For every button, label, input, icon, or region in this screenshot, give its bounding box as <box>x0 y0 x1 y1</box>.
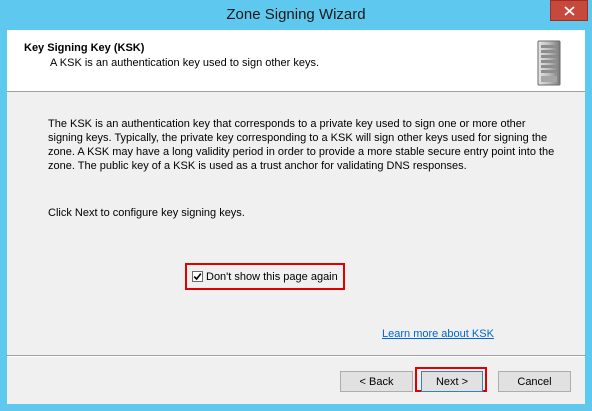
wizard-window: Zone Signing Wizard Key Signing Key (KSK… <box>0 0 592 411</box>
dont-show-again-checkbox[interactable] <box>192 271 203 282</box>
page-title: Key Signing Key (KSK) <box>24 42 145 54</box>
learn-more-link[interactable]: Learn more about KSK <box>382 328 494 340</box>
instruction-text: Click Next to configure key signing keys… <box>48 207 245 219</box>
close-icon <box>563 5 575 16</box>
back-button[interactable]: < Back <box>340 371 413 392</box>
next-button[interactable]: Next > <box>421 371 483 392</box>
window-title: Zone Signing Wizard <box>226 6 366 23</box>
wizard-header: Key Signing Key (KSK) A KSK is an authen… <box>7 30 585 92</box>
checkmark-icon <box>193 273 202 281</box>
page-subtitle: A KSK is an authentication key used to s… <box>50 57 320 69</box>
description-text: The KSK is an authentication key that co… <box>48 118 555 172</box>
dont-show-again-label[interactable]: Don't show this page again <box>206 271 338 283</box>
window-frame-bottom <box>0 404 592 411</box>
title-bar[interactable]: Zone Signing Wizard <box>0 0 592 30</box>
divider <box>7 355 585 357</box>
dont-show-again-checkbox-row[interactable]: Don't show this page again <box>185 263 345 290</box>
cancel-button[interactable]: Cancel <box>498 371 571 392</box>
close-button[interactable] <box>550 0 588 21</box>
server-icon <box>537 40 561 86</box>
wizard-content: Key Signing Key (KSK) A KSK is an authen… <box>7 30 585 404</box>
